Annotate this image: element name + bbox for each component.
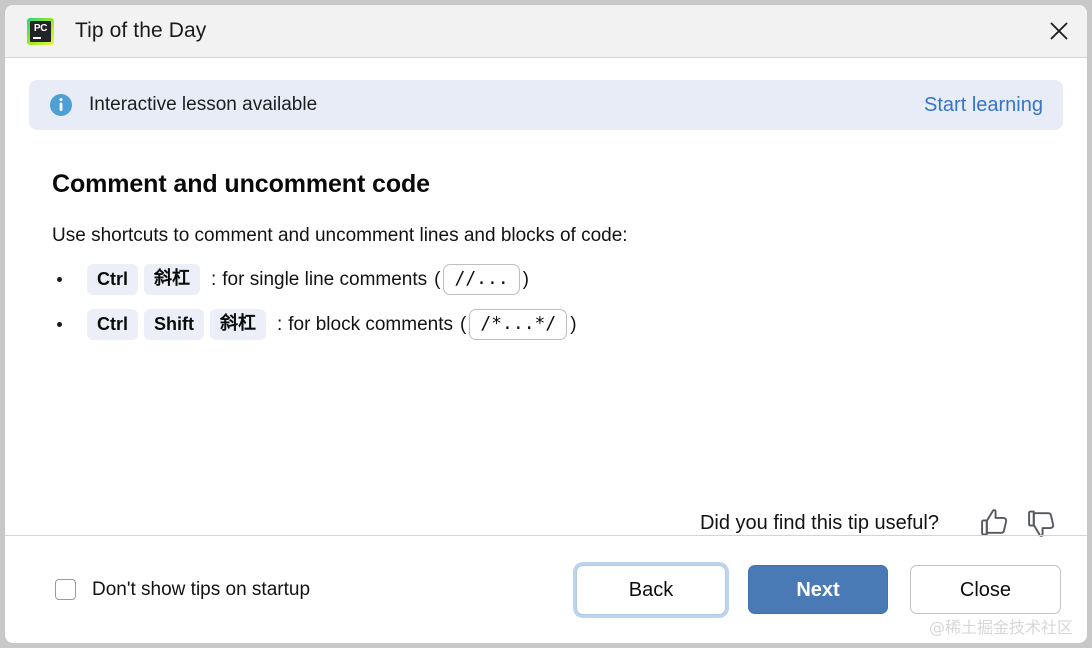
tip-intro-text: Use shortcuts to comment and uncomment l…: [52, 225, 628, 246]
code-sample: //...: [443, 264, 520, 295]
next-button[interactable]: Next: [748, 565, 888, 614]
pycharm-icon: PC: [27, 17, 54, 45]
shortcut-separator: :: [277, 314, 283, 335]
dont-show-tips-checkbox[interactable]: [55, 579, 76, 600]
shortcut-separator: :: [211, 269, 217, 290]
start-learning-link[interactable]: Start learning: [924, 94, 1043, 117]
dont-show-tips-checkbox-wrapper[interactable]: Don't show tips on startup: [55, 579, 310, 601]
interactive-lesson-banner: Interactive lesson available Start learn…: [29, 80, 1063, 130]
close-paren: ): [522, 269, 529, 290]
info-icon: [50, 94, 72, 116]
key-badge: Shift: [144, 309, 204, 340]
shortcut-description: for single line comments: [222, 269, 428, 290]
close-dialog-button[interactable]: Close: [910, 565, 1061, 614]
footer-button-group: Back Next Close: [576, 564, 1061, 615]
dialog-content: Interactive lesson available Start learn…: [5, 58, 1087, 537]
open-paren: (: [460, 314, 467, 335]
list-item: Ctrl 斜杠 : for single line comments ( //.…: [57, 264, 1063, 295]
close-paren: ): [570, 314, 577, 335]
shortcut-description: for block comments: [288, 314, 454, 335]
back-button[interactable]: Back: [576, 564, 726, 615]
dont-show-tips-label: Don't show tips on startup: [92, 578, 311, 600]
code-sample: /*...*/: [469, 309, 568, 340]
tip-of-the-day-dialog: PC Tip of the Day Interactive lesson ava…: [4, 4, 1088, 644]
key-badge: Ctrl: [87, 309, 138, 340]
banner-message: Interactive lesson available: [89, 94, 318, 115]
close-icon: [1050, 22, 1068, 40]
feedback-question: Did you find this tip useful?: [699, 511, 939, 534]
bullet-dot-icon: [57, 277, 62, 282]
dialog-title: Tip of the Day: [75, 19, 207, 42]
list-item: Ctrl Shift 斜杠 : for block comments ( /*.…: [57, 309, 1063, 340]
pycharm-icon-inner: PC: [30, 20, 51, 42]
watermark: @稀土掘金技术社区: [928, 618, 1073, 637]
dialog-footer: Don't show tips on startup Back Next Clo…: [5, 535, 1087, 643]
titlebar: PC Tip of the Day: [5, 5, 1087, 58]
pycharm-icon-underscore: [33, 36, 41, 39]
shortcut-list: Ctrl 斜杠 : for single line comments ( //.…: [57, 264, 1063, 340]
key-badge: Ctrl: [87, 264, 138, 295]
open-paren: (: [434, 269, 441, 290]
key-badge: 斜杠: [210, 309, 266, 340]
key-badge: 斜杠: [144, 264, 200, 295]
close-button[interactable]: [1031, 5, 1087, 57]
tip-heading: Comment and uncomment code: [52, 170, 430, 198]
bullet-dot-icon: [57, 322, 62, 327]
pycharm-icon-label: PC: [33, 23, 48, 34]
